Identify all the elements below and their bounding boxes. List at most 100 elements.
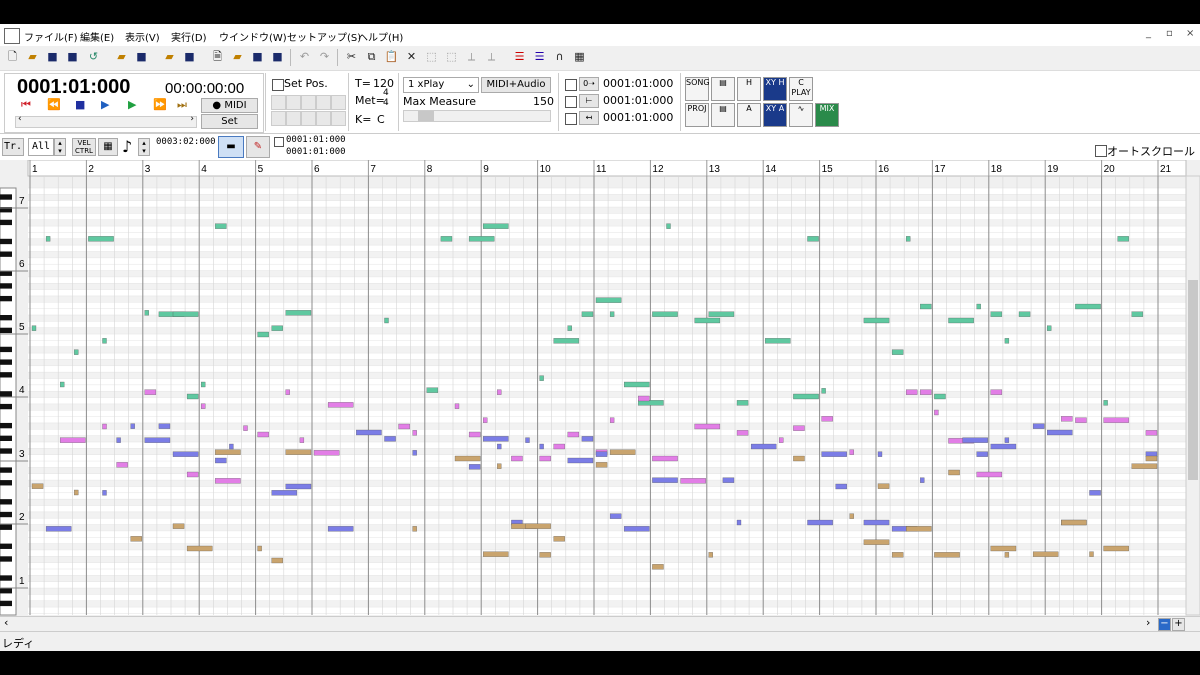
midi-note[interactable] [243, 425, 248, 431]
zoom-out-icon[interactable]: − [1158, 618, 1171, 631]
midi-note[interactable] [976, 451, 988, 457]
midi-note[interactable] [652, 455, 678, 462]
midi-note[interactable] [708, 552, 713, 558]
midi-note[interactable] [497, 443, 502, 450]
record-mode-icon[interactable]: ▶ [101, 98, 109, 111]
midi-note[interactable] [920, 477, 925, 483]
black-key[interactable] [0, 238, 12, 245]
midi-note[interactable] [497, 389, 502, 395]
midi-note[interactable] [934, 409, 939, 416]
black-key[interactable] [0, 600, 12, 607]
midi-note[interactable] [398, 423, 410, 430]
midi-note[interactable] [1089, 490, 1101, 496]
midi-note[interactable] [1145, 455, 1158, 462]
midi-note[interactable] [581, 311, 594, 317]
midi-note[interactable] [609, 449, 636, 455]
midi-note[interactable] [285, 310, 312, 316]
pos-slot-button[interactable] [301, 111, 316, 126]
track-spinner[interactable]: ▴ ▾ [54, 138, 66, 156]
save-5-icon[interactable]: ■ [270, 50, 285, 64]
set-button[interactable]: Set [201, 114, 258, 129]
midi-note[interactable] [920, 303, 932, 310]
midi-note[interactable] [271, 490, 298, 496]
midi-note[interactable] [609, 417, 615, 423]
midi-note[interactable] [285, 389, 290, 395]
midi-note[interactable] [172, 311, 199, 317]
open-3-icon[interactable]: ▰ [230, 50, 245, 64]
xy-a-icon[interactable]: XY A [763, 103, 787, 127]
delete-icon[interactable]: ✕ [404, 50, 419, 64]
midi-note[interactable] [412, 526, 417, 532]
midi-note[interactable] [595, 297, 622, 303]
restore-button[interactable]: ▫ [1166, 28, 1173, 39]
menu-run[interactable]: 実行(D) [171, 29, 207, 44]
midi-note[interactable] [807, 519, 833, 526]
midi-note[interactable] [821, 388, 826, 394]
midi-note[interactable] [257, 331, 269, 338]
midi-note[interactable] [215, 457, 227, 464]
cut-icon[interactable]: ✂ [344, 50, 359, 64]
midi-note[interactable] [257, 545, 262, 552]
midi-note[interactable] [891, 552, 904, 558]
undo-save-icon[interactable]: ↺ [86, 50, 101, 64]
set-pos-checkbox[interactable] [272, 79, 284, 91]
midi-note[interactable] [116, 437, 121, 443]
track-list-icon[interactable]: ▤ [711, 77, 735, 101]
midi-note[interactable] [609, 311, 615, 317]
paste-icon[interactable]: 📋 [384, 50, 399, 64]
midi-note[interactable] [327, 526, 354, 532]
midi-note[interactable] [1075, 417, 1087, 423]
midi-note[interactable] [1117, 236, 1129, 242]
midi-note[interactable] [144, 389, 157, 395]
midi-note[interactable] [511, 455, 523, 462]
list-view-icon[interactable]: ▤ [711, 103, 735, 127]
midi-note[interactable] [539, 375, 544, 381]
midi-note[interactable] [158, 423, 171, 429]
zoom-in-icon[interactable]: + [1172, 618, 1185, 631]
midi-note[interactable] [412, 430, 417, 436]
track-button[interactable]: Tr. [2, 138, 24, 156]
open-2-icon[interactable]: ▰ [162, 50, 177, 64]
locator-2-checkbox[interactable] [565, 96, 577, 108]
midi-record-button[interactable]: ● MIDI [201, 98, 258, 113]
locator-1-checkbox[interactable] [565, 79, 577, 91]
rewind-icon[interactable]: ⏪ [47, 98, 61, 111]
midi-note[interactable] [793, 393, 819, 400]
midi-note[interactable] [750, 443, 777, 450]
black-key[interactable] [0, 524, 12, 530]
midi-note[interactable] [708, 311, 735, 317]
locator-2-button[interactable]: ⊢ [579, 94, 599, 108]
slider-thumb[interactable] [418, 111, 434, 121]
minimize-button[interactable]: _ [1146, 28, 1151, 39]
midi-note[interactable] [539, 552, 551, 558]
loop-icon[interactable]: ∩ [552, 50, 567, 64]
midi-note[interactable] [215, 449, 241, 455]
midi-note[interactable] [680, 478, 706, 484]
midi-note[interactable] [553, 338, 580, 344]
midi-note[interactable] [144, 310, 149, 316]
insert-icon[interactable]: ⬚ [444, 50, 459, 64]
midi-note[interactable] [934, 393, 946, 400]
midi-note[interactable] [130, 536, 142, 542]
black-key[interactable] [0, 467, 12, 473]
close-button[interactable]: × [1186, 28, 1194, 39]
grid-toggle-icon[interactable]: ▦ [98, 138, 118, 156]
black-key[interactable] [0, 499, 12, 505]
midi-note[interactable] [990, 443, 1017, 450]
midi-note[interactable] [1131, 463, 1158, 469]
fast-forward-icon[interactable]: ⏩ [153, 98, 167, 111]
black-key[interactable] [0, 219, 12, 226]
midi-note[interactable] [1047, 429, 1073, 436]
midi-note[interactable] [483, 223, 509, 229]
midi-note[interactable] [1004, 437, 1010, 443]
midi-note[interactable] [779, 437, 784, 443]
open-folder-icon[interactable]: ▰ [114, 50, 129, 64]
black-key[interactable] [0, 346, 12, 353]
midi-note[interactable] [765, 338, 791, 344]
midi-note[interactable] [1145, 430, 1158, 436]
midi-note[interactable] [736, 519, 742, 526]
midi-note[interactable] [257, 431, 269, 438]
midi-note[interactable] [327, 402, 354, 408]
note-length-icon[interactable]: ♪ [122, 137, 132, 156]
black-key[interactable] [0, 511, 12, 518]
